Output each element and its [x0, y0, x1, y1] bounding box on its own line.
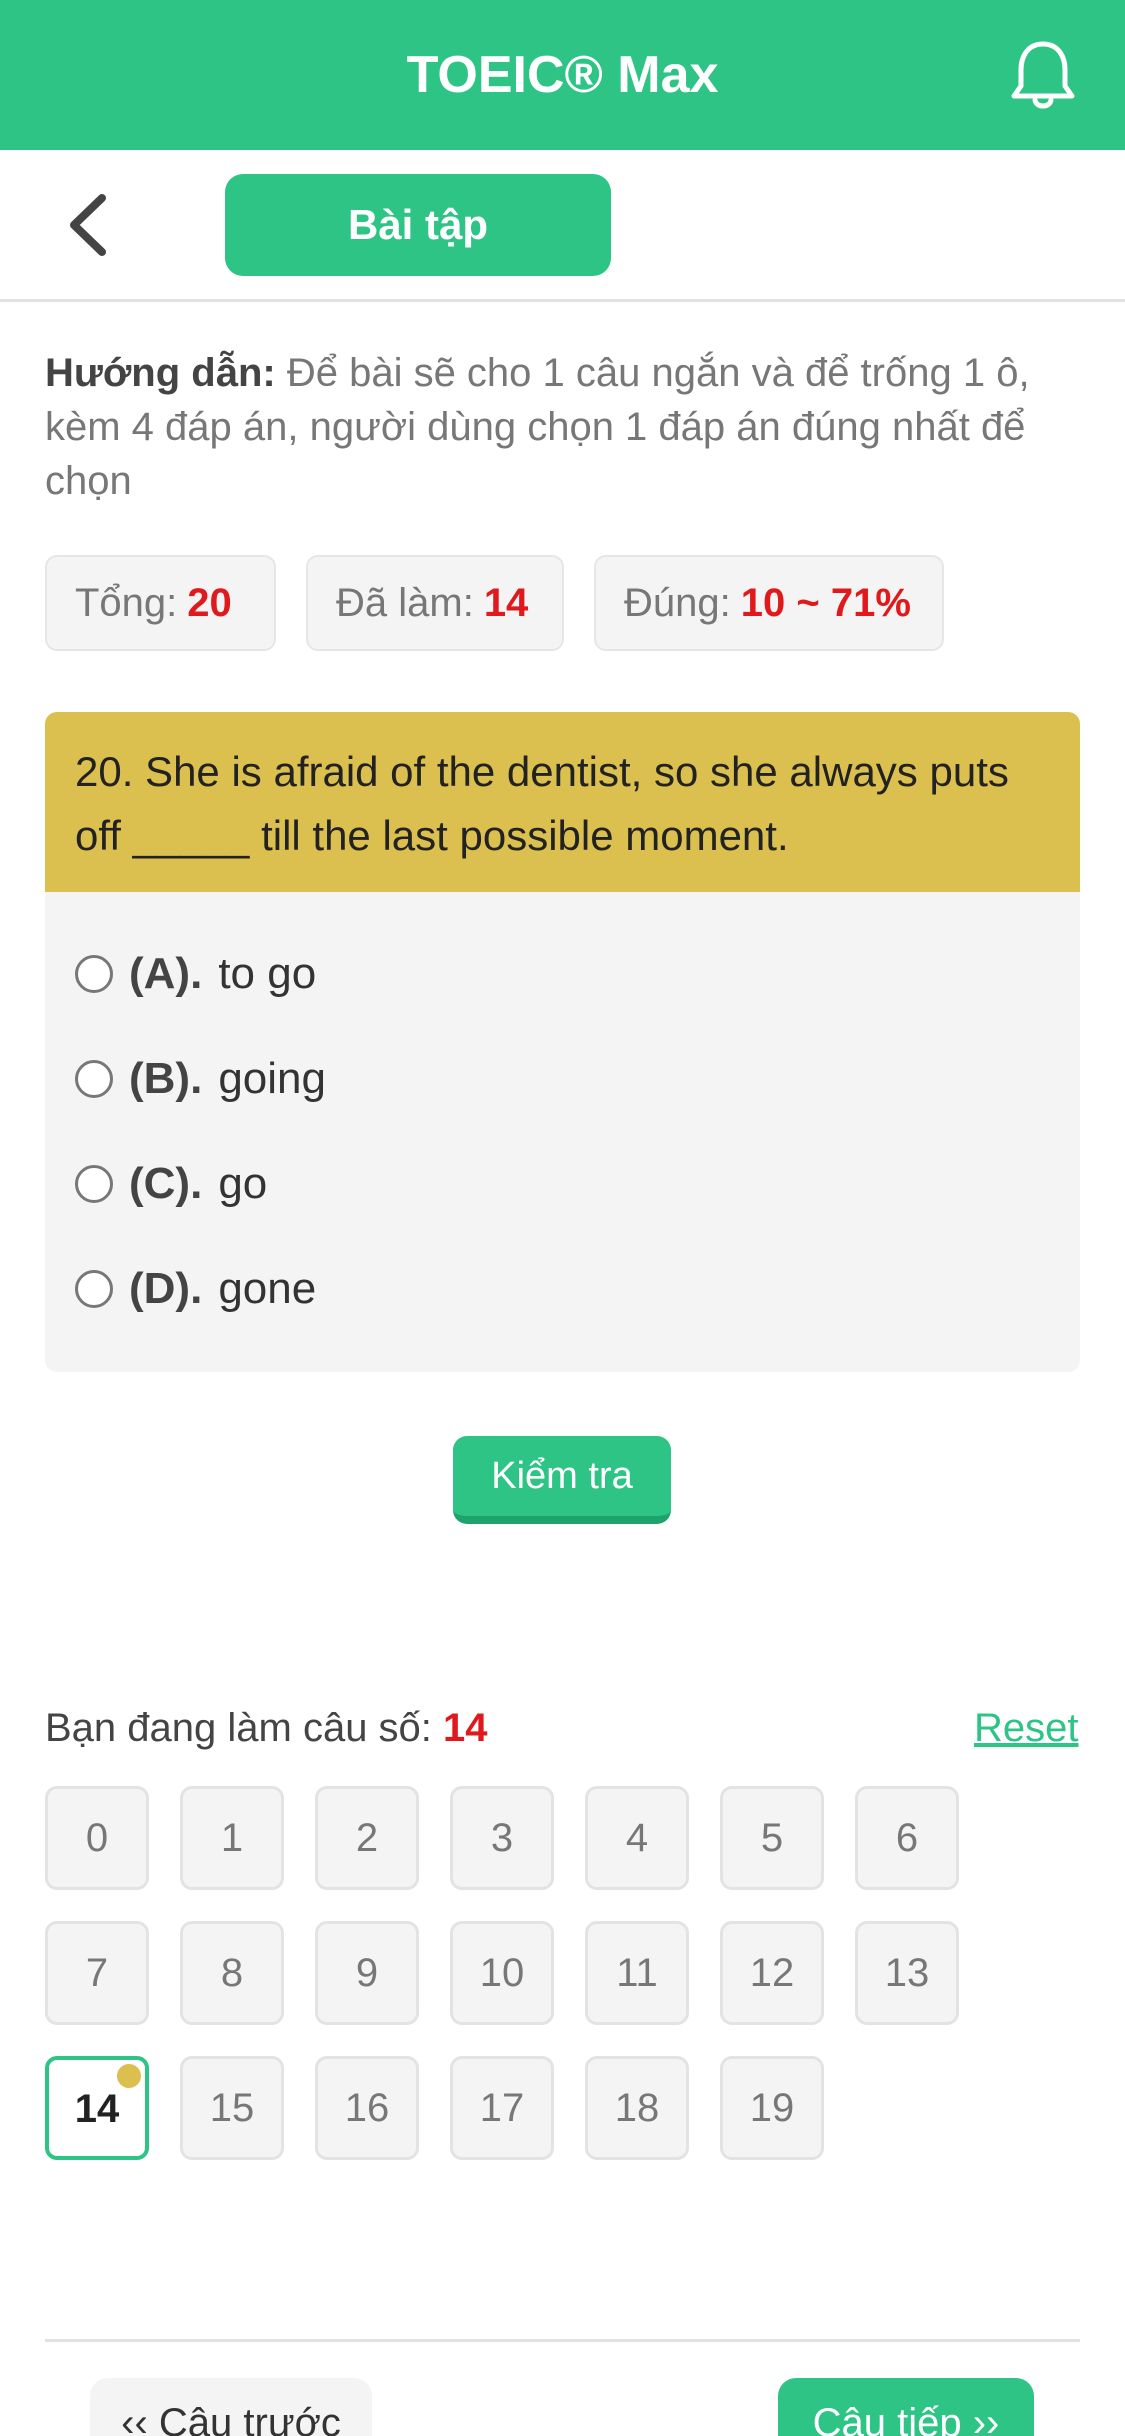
current-indicator-dot: [117, 2064, 141, 2088]
option-text: gone: [218, 1264, 317, 1313]
check-button[interactable]: Kiểm tra: [453, 1436, 671, 1524]
option-letter: (B).: [129, 1054, 203, 1103]
stat-done-value: 14: [483, 581, 529, 625]
tab-bai-tap[interactable]: Bài tập: [225, 174, 611, 276]
question-number-button[interactable]: 7: [45, 1921, 149, 2025]
stat-total-value: 20: [187, 581, 232, 625]
radio-button[interactable]: [75, 1270, 113, 1308]
question-number-label: 14: [74, 2087, 120, 2131]
option-text: to go: [218, 949, 317, 998]
chevron-left-icon[interactable]: [60, 190, 120, 260]
instruction-label: Hướng dẫn:: [45, 351, 276, 395]
question-number-button[interactable]: 11: [585, 1921, 689, 2025]
question-number-button[interactable]: 13: [855, 1921, 959, 2025]
question-card: 20. She is afraid of the dentist, so she…: [45, 712, 1080, 1372]
question-number-button[interactable]: 2: [315, 1786, 419, 1890]
option-letter: (C).: [129, 1159, 203, 1208]
question-number-button[interactable]: 12: [720, 1921, 824, 2025]
stat-total: Tổng: 20: [45, 555, 276, 651]
question-number-button[interactable]: 19: [720, 2056, 824, 2160]
stat-correct-value: 10 ~ 71%: [740, 581, 911, 625]
radio-button[interactable]: [75, 955, 113, 993]
app-title: TOEIC® Max: [406, 46, 719, 104]
option-c[interactable]: (C). go: [75, 1154, 267, 1214]
instruction-text: Hướng dẫn: Để bài sẽ cho 1 câu ngắn và đ…: [45, 346, 1085, 508]
option-b[interactable]: (B). going: [75, 1049, 326, 1109]
stat-correct: Đúng: 10 ~ 71%: [594, 555, 944, 651]
option-a[interactable]: (A). to go: [75, 944, 316, 1004]
question-number-button[interactable]: 10: [450, 1921, 554, 2025]
reset-link[interactable]: Reset: [974, 1700, 1079, 1756]
question-number-button[interactable]: 16: [315, 2056, 419, 2160]
progress-text: Bạn đang làm câu số:: [45, 1706, 432, 1750]
question-number-button[interactable]: 17: [450, 2056, 554, 2160]
app-header: TOEIC® Max: [0, 0, 1125, 150]
sub-toolbar: Bài tập: [0, 150, 1125, 302]
option-text: go: [218, 1159, 268, 1208]
next-question-button[interactable]: Câu tiếp ››: [778, 2378, 1034, 2436]
radio-button[interactable]: [75, 1165, 113, 1203]
radio-button[interactable]: [75, 1060, 113, 1098]
question-number-button[interactable]: 15: [180, 2056, 284, 2160]
question-number-button[interactable]: 4: [585, 1786, 689, 1890]
progress-label: Bạn đang làm câu số: 14: [45, 1700, 488, 1756]
previous-question-button[interactable]: ‹‹ Câu trước: [90, 2378, 372, 2436]
option-text: going: [218, 1054, 326, 1103]
question-number-button[interactable]: 0: [45, 1786, 149, 1890]
question-text: 20. She is afraid of the dentist, so she…: [75, 748, 1009, 859]
stat-correct-label: Đúng:: [624, 581, 731, 625]
current-question-number: 14: [443, 1706, 488, 1750]
question-number-button[interactable]: 1: [180, 1786, 284, 1890]
question-number-button[interactable]: 18: [585, 2056, 689, 2160]
bell-icon[interactable]: [1008, 38, 1078, 112]
question-number-button[interactable]: 5: [720, 1786, 824, 1890]
stat-total-label: Tổng:: [75, 581, 178, 625]
question-number-button[interactable]: 6: [855, 1786, 959, 1890]
question-number-button[interactable]: 9: [315, 1921, 419, 2025]
stat-done: Đã làm: 14: [306, 555, 564, 651]
question-number-button[interactable]: 3: [450, 1786, 554, 1890]
question-header: 20. She is afraid of the dentist, so she…: [45, 712, 1080, 892]
option-d[interactable]: (D). gone: [75, 1259, 316, 1319]
stat-done-label: Đã làm:: [336, 581, 474, 625]
question-number-button[interactable]: 8: [180, 1921, 284, 2025]
option-letter: (A).: [129, 949, 203, 998]
question-number-button-current[interactable]: 14: [45, 2056, 149, 2160]
option-letter: (D).: [129, 1264, 203, 1313]
divider: [45, 2339, 1080, 2342]
